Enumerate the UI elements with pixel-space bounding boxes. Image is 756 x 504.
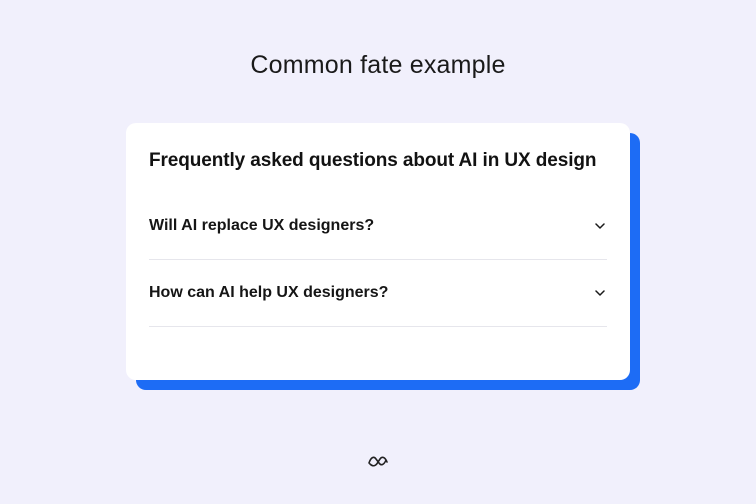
chevron-down-icon[interactable] bbox=[593, 286, 607, 300]
page-title: Common fate example bbox=[250, 51, 506, 79]
faq-card: Frequently asked questions about AI in U… bbox=[126, 123, 630, 380]
faq-question: How can AI help UX designers? bbox=[149, 284, 389, 301]
faq-item-how-can-ai-help[interactable]: How can AI help UX designers? bbox=[149, 260, 607, 327]
faq-heading: Frequently asked questions about AI in U… bbox=[149, 150, 597, 171]
faq-list: Will AI replace UX designers? How can AI… bbox=[149, 193, 607, 327]
chevron-down-icon[interactable] bbox=[593, 219, 607, 233]
faq-question: Will AI replace UX designers? bbox=[149, 217, 375, 234]
brand-logo-icon bbox=[367, 452, 389, 468]
faq-item-will-ai-replace[interactable]: Will AI replace UX designers? bbox=[149, 193, 607, 260]
